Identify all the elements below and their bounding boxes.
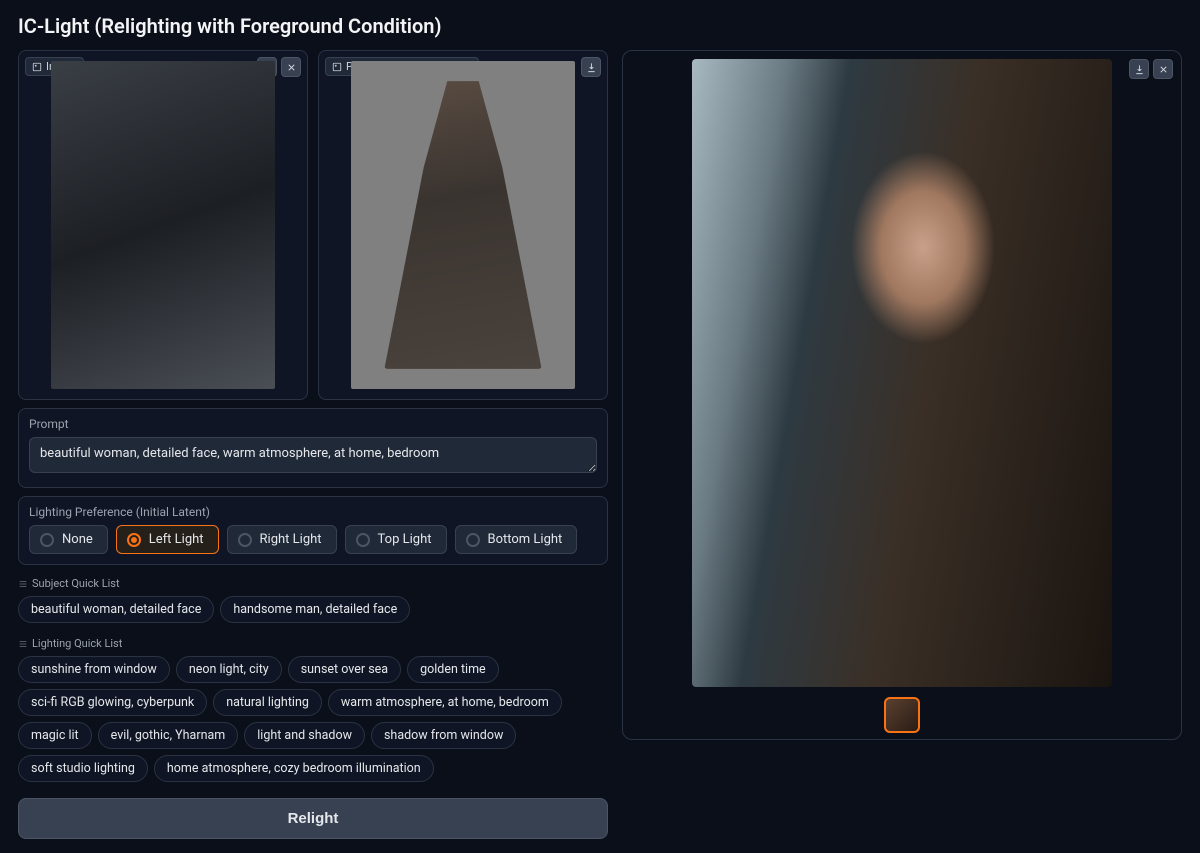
radio-label: Bottom Light <box>488 532 563 547</box>
lighting-chip[interactable]: warm atmosphere, at home, bedroom <box>328 689 562 716</box>
lighting-chip[interactable]: soft studio lighting <box>18 755 148 782</box>
lighting-panel: Lighting Preference (Initial Latent) Non… <box>18 496 608 565</box>
input-image-placeholder <box>51 61 276 388</box>
lighting-option-left-light[interactable]: Left Light <box>116 525 219 554</box>
download-icon <box>1134 64 1145 75</box>
image-icon <box>32 62 42 72</box>
list-icon <box>18 639 28 649</box>
preprocessed-image-placeholder <box>351 61 576 388</box>
lighting-chip[interactable]: home atmosphere, cozy bedroom illuminati… <box>154 755 434 782</box>
radio-dot <box>356 533 370 547</box>
download-icon <box>586 62 597 73</box>
radio-label: Right Light <box>260 532 322 547</box>
download-preprocessed-button[interactable] <box>581 57 601 77</box>
list-icon <box>18 579 28 589</box>
subject-quicklist-header: Subject Quick List <box>18 577 608 590</box>
lighting-chip[interactable]: light and shadow <box>244 722 365 749</box>
radio-dot <box>466 533 480 547</box>
preprocessed-panel: Preprocessed Foreground <box>318 50 608 400</box>
output-image[interactable] <box>692 59 1112 687</box>
lighting-chip[interactable]: sunshine from window <box>18 656 170 683</box>
download-output-button[interactable] <box>1129 59 1149 79</box>
lighting-option-top-light[interactable]: Top Light <box>345 525 447 554</box>
prompt-input[interactable] <box>29 437 597 473</box>
lighting-chip[interactable]: evil, gothic, Yharnam <box>98 722 239 749</box>
lighting-chip[interactable]: golden time <box>407 656 499 683</box>
subject-quicklist-label: Subject Quick List <box>32 577 120 590</box>
lighting-label: Lighting Preference (Initial Latent) <box>29 505 597 519</box>
lighting-chip[interactable]: neon light, city <box>176 656 282 683</box>
radio-dot <box>238 533 252 547</box>
radio-label: Top Light <box>378 532 432 547</box>
lighting-chip[interactable]: shadow from window <box>371 722 516 749</box>
lighting-option-none[interactable]: None <box>29 525 108 554</box>
image-icon <box>332 62 342 72</box>
lighting-chip[interactable]: magic lit <box>18 722 92 749</box>
radio-label: None <box>62 532 93 547</box>
lighting-option-right-light[interactable]: Right Light <box>227 525 337 554</box>
lighting-chip[interactable]: sci-fi RGB glowing, cyberpunk <box>18 689 207 716</box>
lighting-option-bottom-light[interactable]: Bottom Light <box>455 525 578 554</box>
subject-chip[interactable]: handsome man, detailed face <box>220 596 410 623</box>
output-panel <box>622 50 1182 740</box>
relight-button[interactable]: Relight <box>18 798 608 839</box>
lighting-chip[interactable]: natural lighting <box>213 689 322 716</box>
subject-chip[interactable]: beautiful woman, detailed face <box>18 596 214 623</box>
page-title: IC-Light (Relighting with Foreground Con… <box>18 14 1182 38</box>
close-icon <box>286 62 297 73</box>
radio-label: Left Light <box>149 532 204 547</box>
clear-input-button[interactable] <box>281 57 301 77</box>
input-image-panel[interactable]: Image <box>18 50 308 400</box>
prompt-label: Prompt <box>29 417 597 431</box>
output-thumbnail[interactable] <box>884 697 920 733</box>
close-output-button[interactable] <box>1153 59 1173 79</box>
lighting-chip[interactable]: sunset over sea <box>288 656 401 683</box>
lighting-quicklist-header: Lighting Quick List <box>18 637 608 650</box>
close-icon <box>1158 64 1169 75</box>
radio-dot <box>127 533 141 547</box>
radio-dot <box>40 533 54 547</box>
prompt-panel: Prompt <box>18 408 608 488</box>
lighting-quicklist-label: Lighting Quick List <box>32 637 122 650</box>
